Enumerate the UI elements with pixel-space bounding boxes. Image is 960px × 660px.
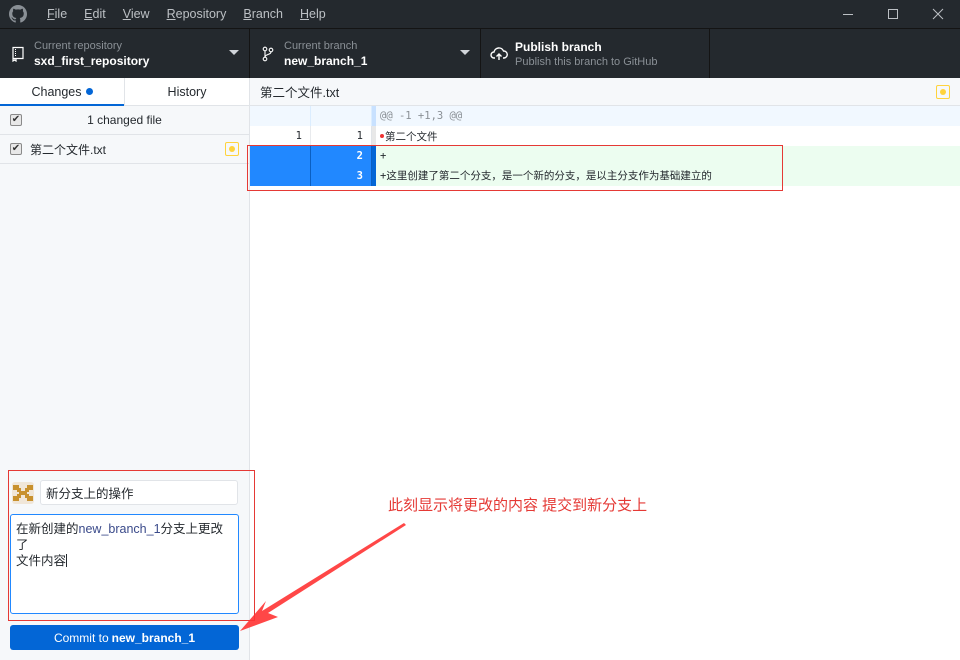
menu-branch[interactable]: Branch — [243, 7, 283, 21]
menu-repository-mnemonic: R — [166, 7, 176, 21]
tab-history[interactable]: History — [124, 78, 249, 105]
avatar-image — [13, 484, 33, 501]
github-logo-icon — [9, 5, 27, 23]
commit-summary-value: 新分支上的操作 — [46, 487, 134, 501]
title-bar: File Edit View Repository Branch Help — [0, 0, 960, 28]
branch-text: Current branch new_branch_1 — [284, 39, 367, 69]
close-icon — [932, 8, 943, 20]
avatar — [12, 481, 34, 504]
menu-file[interactable]: File — [47, 7, 67, 21]
diff-file-name: 第二个文件.txt — [260, 86, 340, 100]
repository-selector[interactable]: Current repository sxd_first_repository — [0, 29, 250, 78]
menu-view-label: iew — [130, 7, 150, 21]
menu-repository[interactable]: Repository — [167, 7, 227, 21]
menu-edit-mnemonic: E — [84, 7, 93, 21]
file-name: 第二个文件.txt — [30, 142, 107, 157]
branch-name: new_branch_1 — [284, 53, 368, 68]
commit-summary-row: 新分支上的操作 — [12, 480, 238, 505]
menu-help[interactable]: Help — [300, 7, 326, 21]
description-prefix: 在新创建的 — [16, 522, 79, 536]
minimize-button[interactable] — [825, 0, 870, 28]
publish-branch-button[interactable]: Publish branch Publish this branch to Gi… — [481, 29, 710, 78]
publish-title: Publish branch — [515, 39, 602, 54]
menu-file-label: ile — [54, 7, 68, 21]
commit-summary-input[interactable]: 新分支上的操作 — [40, 480, 238, 505]
chevron-down-icon — [460, 50, 470, 55]
text-cursor — [66, 554, 68, 567]
maximize-button[interactable] — [870, 0, 915, 28]
repository-label: Current repository — [34, 39, 123, 52]
window-controls — [825, 0, 960, 28]
line-content: +这里创建了第二个分支，是一个新的分支，是以主分支作为基础建立的 — [372, 165, 960, 186]
sidebar: Changes History ✔ 1 changed file ✔ 第二个文件… — [0, 78, 250, 660]
description-line2: 文件内容 — [16, 554, 67, 568]
menu-edit-label: dit — [92, 7, 106, 21]
new-line-number: 2 — [311, 146, 372, 166]
line-content: 第二个文件 — [372, 126, 960, 146]
menu-help-label: elp — [309, 7, 326, 21]
new-line-number — [311, 106, 372, 126]
modified-icon — [225, 142, 239, 156]
maximize-icon — [887, 9, 898, 19]
old-line-number — [250, 165, 311, 186]
no-newline-marker-icon — [380, 134, 384, 138]
menu-edit[interactable]: Edit — [84, 7, 106, 21]
tab-changes[interactable]: Changes — [0, 78, 124, 106]
diff-body: @@ -1 +1,3 @@ 1 1 第二个文件 2 + 3 +这里创建了第二个分… — [250, 106, 960, 186]
diff-header: 第二个文件.txt — [250, 78, 960, 106]
changes-header: ✔ 1 changed file — [0, 106, 249, 135]
repo-icon — [2, 46, 34, 62]
diff-line-added[interactable]: 2 + — [250, 146, 960, 166]
old-line-number — [250, 146, 311, 166]
hunk-header-row: @@ -1 +1,3 @@ — [250, 106, 960, 126]
menu-repository-label: epository — [175, 7, 227, 21]
menu-file-mnemonic: F — [47, 7, 55, 21]
annotation-text: 此刻显示将更改的内容 提交到新分支上 — [388, 497, 648, 514]
line-text: 第二个文件 — [385, 130, 438, 143]
branch-label: Current branch — [284, 39, 358, 52]
repository-text: Current repository sxd_first_repository — [34, 39, 149, 69]
new-line-number: 3 — [311, 165, 372, 186]
menu-view[interactable]: View — [123, 7, 150, 21]
hunk-header: @@ -1 +1,3 @@ — [372, 106, 960, 126]
select-all-checkbox[interactable]: ✔ — [10, 114, 22, 126]
toolbar: Current repository sxd_first_repository … — [0, 28, 960, 78]
file-checkbox[interactable]: ✔ — [10, 143, 22, 155]
chevron-down-icon — [229, 50, 239, 55]
menu-help-mnemonic: H — [299, 7, 310, 21]
menu-view-mnemonic: V — [122, 7, 131, 21]
tab-history-label: History — [167, 84, 207, 99]
annotation-arrow-icon — [240, 523, 406, 631]
menu-branch-mnemonic: B — [243, 7, 252, 21]
sidebar-tabs: Changes History — [0, 78, 249, 106]
modified-icon — [936, 85, 950, 99]
commit-button[interactable]: Commit to new_branch_1 — [10, 625, 239, 650]
old-line-number: 1 — [250, 126, 311, 146]
changed-files-count: 1 changed file — [87, 113, 162, 127]
commit-button-prefix: Commit to — [53, 630, 109, 645]
commit-description-input[interactable]: 在新创建的new_branch_1分支上更改了 文件内容 — [10, 514, 239, 614]
diff-line-added[interactable]: 3 +这里创建了第二个分支，是一个新的分支，是以主分支作为基础建立的 — [250, 165, 960, 186]
publish-subtitle: Publish this branch to GitHub — [515, 55, 658, 68]
old-line-number — [250, 106, 311, 126]
repository-name: sxd_first_repository — [34, 53, 150, 68]
cloud-upload-icon — [483, 46, 515, 61]
diff-line-context[interactable]: 1 1 第二个文件 — [250, 126, 960, 146]
branch-selector[interactable]: Current branch new_branch_1 — [250, 29, 481, 78]
changed-file-item[interactable]: ✔ 第二个文件.txt — [0, 135, 249, 164]
close-button[interactable] — [915, 0, 960, 28]
description-branch: new_branch_1 — [78, 522, 161, 536]
line-content: + — [372, 146, 960, 166]
tab-changes-label: Changes — [31, 84, 82, 99]
commit-button-branch: new_branch_1 — [111, 630, 196, 645]
changes-indicator-dot — [85, 88, 93, 95]
branch-icon — [252, 46, 284, 62]
new-line-number: 1 — [311, 126, 372, 146]
publish-text: Publish branch Publish this branch to Gi… — [515, 39, 657, 69]
menu-branch-label: ranch — [251, 7, 283, 21]
minimize-icon — [842, 14, 853, 15]
